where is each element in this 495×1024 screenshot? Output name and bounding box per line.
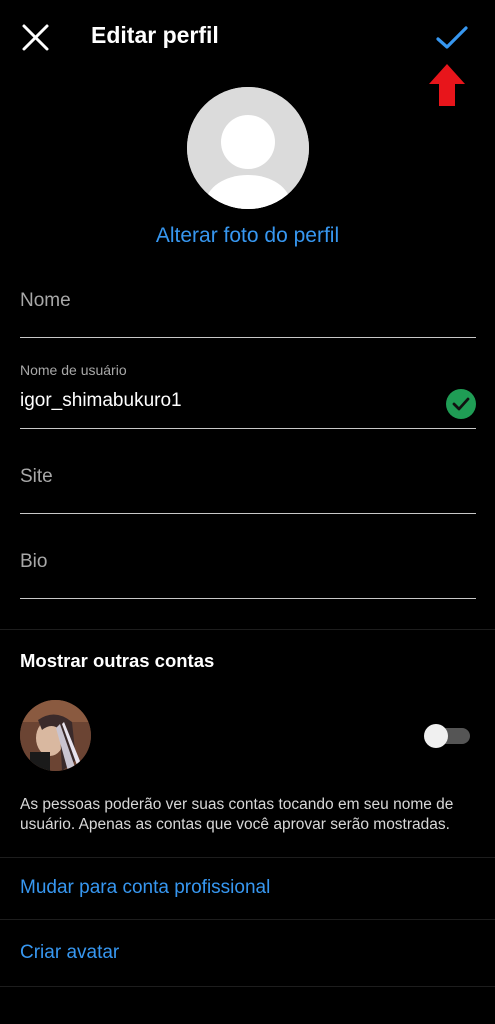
account-avatar [20,700,91,771]
section-divider [0,919,495,920]
username-value: igor_shimabukuro1 [20,390,182,411]
username-field[interactable]: Nome de usuário igor_shimabukuro1 [20,362,476,429]
switch-professional-link[interactable]: Mudar para conta profissional [20,877,270,899]
profile-photo[interactable] [187,87,309,209]
default-avatar-icon [187,87,309,209]
accounts-info-text: As pessoas poderão ver suas contas tocan… [20,796,454,833]
confirm-button[interactable] [432,18,472,58]
bio-placeholder: Bio [20,551,48,572]
site-field[interactable]: Site [20,466,476,514]
section-divider [0,986,495,987]
check-circle-icon [446,389,476,419]
close-icon [22,24,49,51]
name-placeholder: Nome [20,290,71,311]
page-title: Editar perfil [91,22,219,48]
username-label: Nome de usuário [20,362,127,378]
red-arrow-up-icon [429,64,465,106]
create-avatar-link[interactable]: Criar avatar [20,942,119,964]
toggle-knob [424,724,448,748]
section-divider [0,629,495,630]
close-button[interactable] [18,20,54,56]
name-field[interactable]: Nome [20,290,476,338]
show-account-toggle[interactable] [422,724,470,748]
section-divider [0,857,495,858]
checkmark-icon [436,26,468,49]
site-placeholder: Site [20,466,53,487]
other-accounts-title: Mostrar outras contas [20,650,215,671]
bio-field[interactable]: Bio [20,551,476,599]
top-bar: Editar perfil [0,0,495,76]
change-photo-link[interactable]: Alterar foto do perfil [0,224,495,248]
